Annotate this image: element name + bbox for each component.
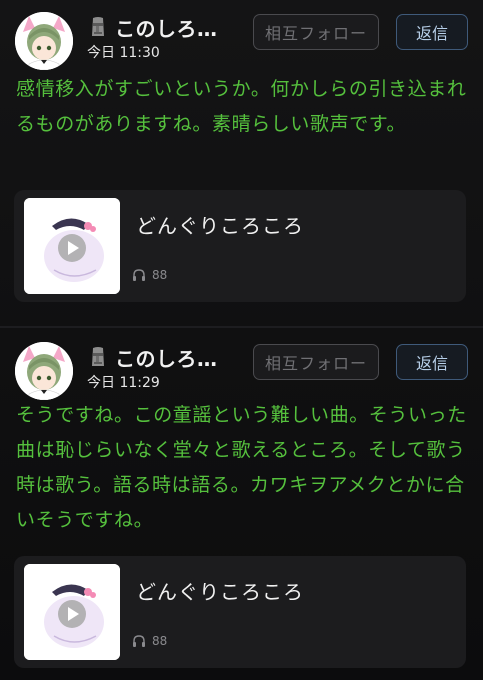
moai-icon (92, 17, 104, 36)
comment-text: 感情移入がすごいというか。何かしらの引き込まれるものがありますね。素晴らしい歌声… (16, 78, 467, 135)
song-thumbnail[interactable] (24, 198, 120, 294)
moai-icon (92, 347, 104, 366)
song-card[interactable]: どんぐりころころ 88 (14, 190, 466, 302)
comment-post: このしろ… 今日 11:30 相互フォロー 返信 感情移入がすごいというか。何か… (0, 0, 483, 326)
mutual-follow-button[interactable]: 相互フォロー (253, 344, 379, 380)
song-title[interactable]: どんぐりころころ (136, 210, 304, 239)
avatar-image (15, 342, 73, 400)
username-row[interactable]: このしろ… (89, 13, 218, 42)
headphones-icon (133, 269, 145, 281)
play-count: 88 (132, 268, 167, 282)
song-card[interactable]: どんぐりころころ 88 (14, 556, 466, 668)
comment-feed: このしろ… 今日 11:30 相互フォロー 返信 感情移入がすごいというか。何か… (0, 0, 483, 680)
headphones-icon (133, 635, 145, 647)
reply-button[interactable]: 返信 (396, 344, 468, 380)
mutual-follow-button[interactable]: 相互フォロー (253, 14, 379, 50)
play-count-value: 88 (152, 634, 168, 648)
comment-post: このしろ… 今日 11:29 相互フォロー 返信 そうですね。この童謡という難し… (0, 330, 483, 680)
song-thumbnail[interactable] (24, 564, 120, 660)
username[interactable]: このしろ… (115, 343, 218, 372)
avatar[interactable] (15, 12, 73, 70)
reply-button[interactable]: 返信 (396, 14, 468, 50)
timestamp: 今日 11:30 (87, 45, 160, 61)
username[interactable]: このしろ… (115, 13, 218, 42)
song-thumbnail-image (24, 564, 120, 660)
song-thumbnail-image (24, 198, 120, 294)
avatar-image (15, 12, 73, 70)
play-count-value: 88 (152, 268, 168, 282)
username-row[interactable]: このしろ… (89, 343, 218, 372)
timestamp: 今日 11:29 (87, 375, 160, 391)
song-title[interactable]: どんぐりころころ (136, 576, 304, 605)
divider (0, 326, 483, 328)
play-count: 88 (132, 634, 167, 648)
avatar[interactable] (15, 342, 73, 400)
comment-text: そうですね。この童謡という難しい曲。そういった曲は恥じらいなく堂々と歌えるところ… (16, 404, 467, 531)
